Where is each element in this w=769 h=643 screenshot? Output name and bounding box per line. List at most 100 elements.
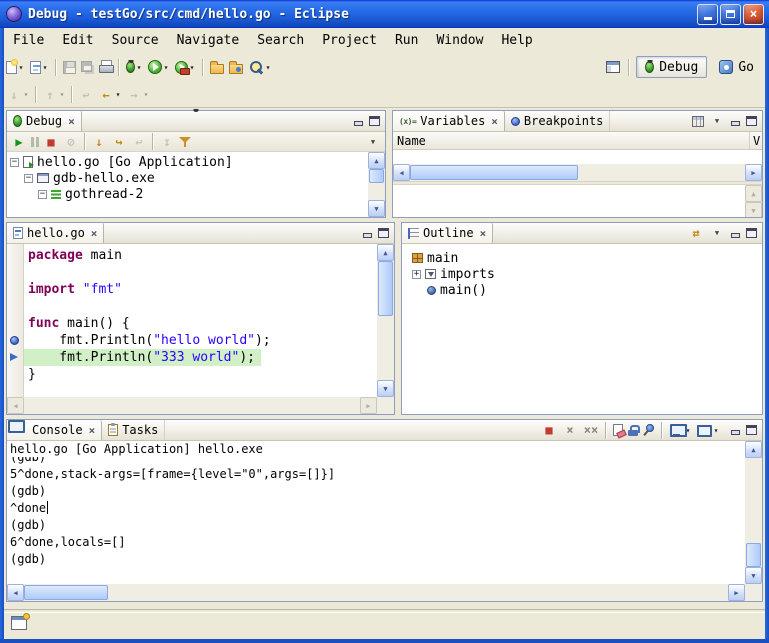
maximize-view-button[interactable]	[744, 115, 759, 128]
debug-view-tab[interactable]: Debug ×	[7, 111, 82, 131]
back-button[interactable]: ←▾	[96, 85, 124, 104]
maximize-view-button[interactable]	[376, 227, 391, 240]
scroll-left-button[interactable]: ◀	[7, 584, 24, 601]
remove-launch-button[interactable]: ×	[560, 421, 580, 440]
tree-expander-icon[interactable]: −	[38, 190, 47, 199]
editor-tab[interactable]: hello.go ×	[7, 223, 104, 243]
gutter-row[interactable]	[7, 281, 23, 298]
minimize-view-button[interactable]	[728, 115, 743, 128]
editor-gutter[interactable]	[7, 244, 24, 397]
close-editor-icon[interactable]: ×	[91, 227, 98, 240]
new-go-element-button[interactable]: ▾	[28, 55, 51, 79]
print-button[interactable]	[97, 55, 114, 79]
scroll-down-button[interactable]: ▼	[745, 567, 762, 584]
scroll-lock-button[interactable]	[626, 421, 640, 440]
outline-tab[interactable]: Outline ×	[402, 223, 493, 243]
editor-scrollbar-horizontal[interactable]: ◀ ▶	[7, 397, 377, 414]
scrollbar-track[interactable]	[24, 584, 728, 601]
scroll-down-button[interactable]: ▼	[377, 380, 394, 397]
gutter-row[interactable]	[7, 366, 23, 383]
minimize-view-button[interactable]	[360, 227, 375, 240]
external-tools-button[interactable]: ▾	[173, 55, 198, 79]
scroll-up-button[interactable]: ▲	[377, 244, 394, 261]
variables-tab[interactable]: (x)= Variables ×	[393, 111, 505, 131]
console-output[interactable]: (gdb)5^done,stack-args=[frame={level="0"…	[7, 457, 745, 584]
menu-window[interactable]: Window	[427, 31, 492, 50]
scrollbar-track[interactable]	[377, 261, 394, 380]
run-button[interactable]: ▾	[146, 55, 172, 79]
breakpoints-tab[interactable]: Breakpoints	[505, 111, 610, 131]
menu-help[interactable]: Help	[492, 31, 541, 50]
scroll-right-button[interactable]: ▶	[728, 584, 745, 601]
menu-source[interactable]: Source	[103, 31, 168, 50]
code-line[interactable]: fmt.Println("hello world");	[24, 332, 377, 349]
menu-navigate[interactable]: Navigate	[168, 31, 249, 50]
scroll-right-button[interactable]: ▶	[745, 164, 762, 181]
scrollbar-thumb[interactable]	[378, 261, 393, 316]
scrollbar-track[interactable]	[745, 458, 762, 567]
outline-item[interactable]: +imports	[412, 266, 762, 282]
scroll-up-button[interactable]: ▲	[368, 152, 385, 169]
code-area[interactable]: package mainimport "fmt"func main() { fm…	[24, 244, 377, 397]
titlebar[interactable]: Debug - testGo/src/cmd/hello.go - Eclips…	[0, 0, 769, 28]
use-step-filters-button[interactable]	[177, 132, 193, 151]
close-button[interactable]: ×	[743, 4, 764, 25]
menu-run[interactable]: Run	[386, 31, 427, 50]
scrollbar-thumb[interactable]	[369, 169, 384, 183]
console-scrollbar-horizontal[interactable]: ◀ ▶	[7, 584, 745, 601]
column-name[interactable]: Name	[393, 132, 750, 149]
scrollbar-thumb[interactable]	[410, 165, 578, 180]
menu-project[interactable]: Project	[313, 31, 386, 50]
variables-detail-pane[interactable]: ▲ ▼	[393, 185, 762, 217]
code-line[interactable]: package main	[24, 247, 377, 264]
gutter-row[interactable]	[7, 315, 23, 332]
editor-scrollbar-vertical[interactable]: ▲ ▼	[377, 244, 394, 397]
outline-item[interactable]: main()	[412, 282, 762, 298]
debug-tree-item[interactable]: −gothread-2	[7, 186, 368, 202]
outline-menu-button[interactable]: ▼	[707, 224, 727, 243]
open-folder-button[interactable]	[208, 55, 226, 79]
fast-view-icon[interactable]	[11, 616, 27, 630]
tasks-tab[interactable]: Tasks	[102, 420, 165, 440]
console-tab[interactable]: Console ×	[7, 420, 102, 440]
maximize-view-button[interactable]	[744, 227, 759, 240]
outline-tree[interactable]: main+importsmain()	[402, 244, 762, 298]
gutter-row[interactable]	[7, 264, 23, 281]
clear-console-button[interactable]	[611, 421, 625, 440]
console-scrollbar-vertical[interactable]: ▲ ▼	[745, 441, 762, 584]
maximize-view-button[interactable]	[367, 115, 382, 128]
step-over-button[interactable]: ↪	[109, 132, 129, 151]
pin-console-button[interactable]	[641, 421, 657, 440]
variables-layout-button[interactable]	[690, 112, 706, 131]
minimize-button[interactable]	[697, 4, 718, 25]
column-value[interactable]: V	[750, 134, 762, 148]
search-button[interactable]: ▾	[246, 55, 274, 79]
code-line[interactable]	[24, 264, 377, 281]
close-view-icon[interactable]: ×	[480, 227, 487, 240]
debug-tree-item[interactable]: −gdb-hello.exe	[7, 170, 368, 186]
gutter-row[interactable]	[7, 247, 23, 264]
scroll-up-button[interactable]: ▲	[745, 441, 762, 458]
resume-button[interactable]: ▶	[9, 132, 29, 151]
scrollbar-track[interactable]	[410, 164, 745, 181]
open-perspective-button[interactable]	[604, 55, 622, 79]
debug-button[interactable]: ▾	[124, 55, 145, 79]
perspective-go-button[interactable]: Go	[710, 56, 763, 78]
debug-tree[interactable]: −hello.go [Go Application]−gdb-hello.exe…	[7, 152, 368, 202]
gutter-row[interactable]	[7, 332, 23, 349]
link-with-editor-button[interactable]: ⇄	[686, 224, 706, 243]
display-selected-console-button[interactable]: ▾	[667, 421, 694, 440]
minimize-view-button[interactable]	[728, 424, 743, 437]
gutter-row[interactable]	[7, 349, 23, 366]
perspective-debug-button[interactable]: Debug	[636, 56, 707, 78]
minimize-view-button[interactable]	[728, 227, 743, 240]
scrollbar-thumb[interactable]	[746, 543, 761, 567]
code-line[interactable]: import "fmt"	[24, 281, 377, 298]
minimize-view-button[interactable]	[351, 115, 366, 128]
view-menu-button[interactable]: ▼	[363, 132, 383, 151]
new-button[interactable]: ▾	[4, 55, 27, 79]
close-view-icon[interactable]: ×	[89, 424, 96, 437]
detail-scrollbar-vertical[interactable]: ▲ ▼	[745, 185, 762, 217]
code-line-current[interactable]: fmt.Println("333 world");	[24, 349, 261, 366]
tree-expander-icon[interactable]: −	[10, 158, 19, 167]
